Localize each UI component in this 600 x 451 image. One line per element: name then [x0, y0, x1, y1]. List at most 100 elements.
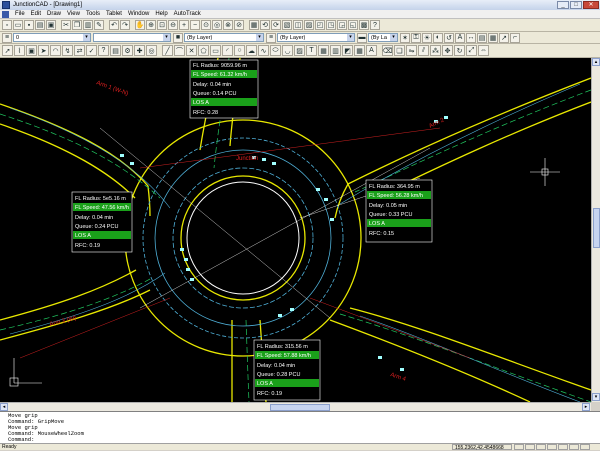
settings-icon[interactable]: ⚙	[122, 45, 133, 56]
pointer-icon[interactable]: ➚	[2, 45, 13, 56]
array-icon[interactable]: ⁂	[430, 45, 441, 56]
document-icon[interactable]	[2, 10, 9, 18]
menu-view[interactable]: View	[64, 11, 83, 17]
vehicle-library-icon[interactable]: ▣	[26, 45, 37, 56]
layer-off-icon[interactable]: ☀	[422, 32, 432, 43]
report-icon[interactable]: ▤	[110, 45, 121, 56]
layer-iso-icon[interactable]: ◐	[433, 32, 443, 43]
new-file-icon[interactable]: ▫	[2, 20, 12, 30]
match-properties-icon[interactable]: ✎	[94, 20, 104, 30]
lineweight-icon[interactable]: ▬	[357, 32, 367, 43]
3d-view-icon[interactable]: ◫	[293, 20, 303, 30]
named-views-icon[interactable]: ▧	[282, 20, 292, 30]
design-center-icon[interactable]: ◰	[315, 20, 325, 30]
scroll-right-icon[interactable]: ▸	[582, 403, 590, 411]
construction-line-icon[interactable]: ✕	[186, 45, 197, 56]
scroll-down-icon[interactable]: ▾	[592, 393, 600, 401]
zoom-out-icon[interactable]: −	[190, 20, 200, 30]
label-box-north[interactable]: FL Radius: 9059.96 m FL Speed: 61.32 km/…	[189, 59, 259, 119]
layer-freeze-icon[interactable]: ✶	[400, 32, 410, 43]
scroll-left-icon[interactable]: ◂	[0, 403, 8, 411]
plot-style-icon[interactable]: ▤	[477, 32, 487, 43]
minimize-button[interactable]: _	[557, 1, 569, 9]
scroll-up-icon[interactable]: ▴	[592, 58, 600, 66]
aerial-view-icon[interactable]: ▦	[249, 20, 259, 30]
menu-tablet[interactable]: Tablet	[103, 11, 125, 17]
help-icon[interactable]: ?	[98, 45, 109, 56]
zoom-window-icon[interactable]: ⊡	[157, 20, 167, 30]
command-window[interactable]: Move grip Command: GripMove Move grip Co…	[0, 411, 600, 443]
zoom-all-icon[interactable]: ⊙	[201, 20, 211, 30]
vertical-scrollbar[interactable]: ▴ ▾	[591, 58, 600, 402]
text-icon[interactable]: T	[306, 45, 317, 56]
drive-icon[interactable]: ➤	[38, 45, 49, 56]
label-box-east[interactable]: FL Radius: 364.95 m FL Speed: 56.28 km/h…	[365, 179, 433, 243]
vertical-scroll-thumb[interactable]	[593, 208, 600, 248]
swept-path-icon[interactable]: ⌇	[14, 45, 25, 56]
copy-object-icon[interactable]: ❏	[394, 45, 405, 56]
zoom-realtime-icon[interactable]: ⊕	[146, 20, 156, 30]
region-icon[interactable]: ◩	[342, 45, 353, 56]
otrack-toggle[interactable]	[569, 444, 579, 450]
color-swatch-icon[interactable]: ■	[173, 32, 183, 43]
junction-icon[interactable]: ✚	[134, 45, 145, 56]
mtext-icon[interactable]: A	[366, 45, 377, 56]
menu-edit[interactable]: Edit	[28, 11, 44, 17]
print-preview-icon[interactable]: ▣	[46, 20, 56, 30]
gradient-icon[interactable]: ▥	[330, 45, 341, 56]
markup-icon[interactable]: ◱	[348, 20, 358, 30]
mirror-icon[interactable]: ⇋	[406, 45, 417, 56]
arc-icon[interactable]: ◜	[222, 45, 233, 56]
table-icon[interactable]: ▦	[354, 45, 365, 56]
menu-draw[interactable]: Draw	[44, 11, 64, 17]
paste-icon[interactable]: ▥	[83, 20, 93, 30]
erase-icon[interactable]: ⌫	[382, 45, 393, 56]
insert-block-icon[interactable]: ▨	[294, 45, 305, 56]
circle-icon[interactable]: ○	[234, 45, 245, 56]
ucs-icon[interactable]: ⌐	[510, 32, 520, 43]
zoom-previous-icon[interactable]: ⊖	[168, 20, 178, 30]
move-icon[interactable]: ✥	[442, 45, 453, 56]
reverse-icon[interactable]: ⇄	[74, 45, 85, 56]
scale-icon[interactable]: ⤢	[466, 45, 477, 56]
open-folder-icon[interactable]: ▭	[13, 20, 23, 30]
copy-icon[interactable]: ❐	[72, 20, 82, 30]
lineweight-dropdown[interactable]: (By Layer) ▾	[277, 33, 355, 42]
osnap-toggle[interactable]	[558, 444, 568, 450]
sheet-set-icon[interactable]: ◲	[337, 20, 347, 30]
color-dropdown[interactable]: (By La ▾	[368, 33, 398, 42]
layer-previous-icon[interactable]: ↺	[444, 32, 454, 43]
polar-toggle[interactable]	[547, 444, 557, 450]
polyline-icon[interactable]: ⌒	[174, 45, 185, 56]
undo-icon[interactable]: ↶	[109, 20, 119, 30]
cut-icon[interactable]: ✂	[61, 20, 71, 30]
zoom-center-icon[interactable]: ⊘	[234, 20, 244, 30]
snap-toggle[interactable]	[514, 444, 524, 450]
maximize-button[interactable]: □	[570, 1, 582, 9]
sweep-icon[interactable]: ↯	[62, 45, 73, 56]
close-button[interactable]: ✕	[583, 1, 599, 9]
save-icon[interactable]: ▪	[24, 20, 34, 30]
tool-palette-icon[interactable]: ◳	[326, 20, 336, 30]
ellipse-arc-icon[interactable]: ◡	[282, 45, 293, 56]
polygon-icon[interactable]: ⬠	[198, 45, 209, 56]
check-icon[interactable]: ✓	[86, 45, 97, 56]
ortho-toggle[interactable]	[536, 444, 546, 450]
line-icon[interactable]: ╱	[162, 45, 173, 56]
roundabout-icon[interactable]: ◎	[146, 45, 157, 56]
spline-icon[interactable]: ∿	[258, 45, 269, 56]
redraw-icon[interactable]: ⟲	[260, 20, 270, 30]
layer-lock-icon[interactable]: ⚿	[411, 32, 421, 43]
regen-icon[interactable]: ⟳	[271, 20, 281, 30]
offset-icon[interactable]: ⫽	[418, 45, 429, 56]
menu-tools[interactable]: Tools	[83, 11, 103, 17]
redo-icon[interactable]: ↷	[120, 20, 130, 30]
drawing-canvas[interactable]: Arm 1 (W-N) Junction Arm 3 (W) Arm 2 Arm…	[0, 58, 591, 402]
menu-autotrack[interactable]: AutoTrack	[171, 11, 204, 17]
print-icon[interactable]: ▤	[35, 20, 45, 30]
menu-help[interactable]: Help	[152, 11, 170, 17]
hatch-icon[interactable]: ▦	[318, 45, 329, 56]
linetype-icon[interactable]: ≡	[266, 32, 276, 43]
menu-file[interactable]: File	[12, 11, 28, 17]
arc-path-icon[interactable]: ◠	[50, 45, 61, 56]
